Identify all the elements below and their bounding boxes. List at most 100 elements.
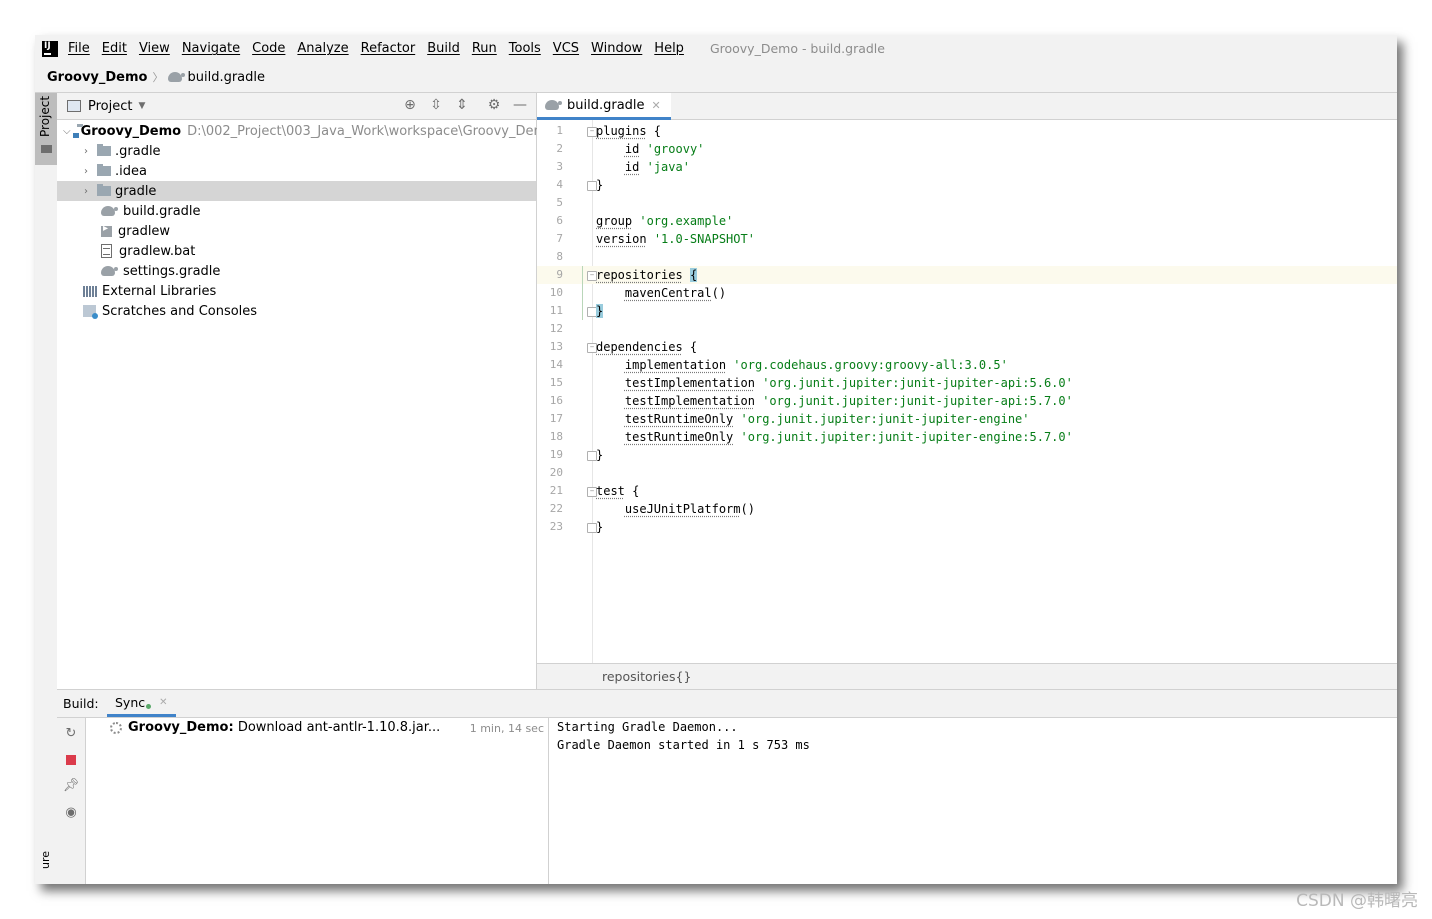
- code-line[interactable]: 1− plugins {: [537, 122, 1397, 140]
- code-line[interactable]: 21− test {: [537, 482, 1397, 500]
- code-line[interactable]: 20: [537, 464, 1397, 482]
- root-name: Groovy_Demo: [80, 123, 182, 139]
- tree-item-dot-gradle[interactable]: › .gradle: [57, 141, 536, 161]
- tree-item-gradle[interactable]: › gradle: [57, 181, 536, 201]
- menu-tools[interactable]: Tools: [509, 41, 541, 56]
- code-line[interactable]: 7 version '1.0-SNAPSHOT': [537, 230, 1397, 248]
- tree-item-gradlew[interactable]: gradlew: [57, 221, 536, 241]
- text-file-icon: [101, 244, 112, 258]
- chevron-right-icon[interactable]: ›: [81, 146, 91, 157]
- editor-tab-build-gradle[interactable]: build.gradle ✕: [537, 93, 671, 120]
- line-number: 1: [556, 124, 563, 137]
- code-text: version '1.0-SNAPSHOT': [596, 232, 755, 246]
- menu-code[interactable]: Code: [252, 41, 285, 56]
- code-line[interactable]: 18 testRuntimeOnly 'org.junit.jupiter:ju…: [537, 428, 1397, 446]
- code-text: id 'java': [624, 160, 690, 174]
- code-line[interactable]: 19}: [537, 446, 1397, 464]
- expand-all-icon[interactable]: ⇳: [428, 97, 444, 113]
- tree-item-label: .idea: [115, 163, 147, 179]
- code-line[interactable]: 5: [537, 194, 1397, 212]
- tree-item-label: settings.gradle: [123, 263, 221, 279]
- minimize-icon[interactable]: —: [512, 97, 528, 113]
- menu-file[interactable]: File: [68, 41, 90, 56]
- menu-analyze[interactable]: Analyze: [297, 41, 348, 56]
- menu-navigate[interactable]: Navigate: [182, 41, 240, 56]
- line-number: 3: [556, 160, 563, 173]
- code-line[interactable]: 4}: [537, 176, 1397, 194]
- menu-vcs[interactable]: VCS: [553, 41, 579, 56]
- code-line[interactable]: 22 useJUnitPlatform(): [537, 500, 1397, 518]
- code-line[interactable]: 12: [537, 320, 1397, 338]
- code-text: useJUnitPlatform(): [624, 502, 755, 516]
- tree-root[interactable]: ⌵ Groovy_Demo D:\002_Project\003_Java_Wo…: [57, 121, 554, 141]
- gradle-elephant-icon: [101, 206, 118, 216]
- tree-item-gradlew-bat[interactable]: gradlew.bat: [57, 241, 536, 261]
- close-icon[interactable]: ✕: [159, 697, 167, 708]
- chevron-right-icon[interactable]: ›: [81, 166, 91, 177]
- collapse-all-icon[interactable]: ⇕: [454, 97, 470, 113]
- code-line[interactable]: 14 implementation 'org.codehaus.groovy:g…: [537, 356, 1397, 374]
- pin-icon[interactable]: 📌︎: [63, 778, 80, 793]
- chevron-down-icon[interactable]: ▼: [138, 101, 145, 111]
- tree-item-scratches[interactable]: Scratches and Consoles: [57, 301, 536, 321]
- code-line[interactable]: 3 id 'java': [537, 158, 1397, 176]
- build-console[interactable]: Starting Gradle Daemon... Gradle Daemon …: [549, 718, 1397, 884]
- editor-breadcrumb[interactable]: repositories{}: [602, 669, 691, 684]
- menu-window[interactable]: Window: [591, 41, 642, 56]
- chevron-down-icon[interactable]: ⌵: [63, 126, 71, 137]
- breadcrumb-separator-icon: 〉: [152, 71, 164, 84]
- intellij-logo-icon: [42, 40, 58, 57]
- navigation-bar: Groovy_Demo 〉 build.gradle: [35, 62, 1397, 93]
- refresh-icon[interactable]: ↻: [64, 726, 78, 741]
- menu-view[interactable]: View: [139, 41, 170, 56]
- menu-refactor[interactable]: Refactor: [361, 41, 416, 56]
- code-line[interactable]: 10 mavenCentral(): [537, 284, 1397, 302]
- tree-item-build-gradle[interactable]: build.gradle: [57, 201, 536, 221]
- structure-tool-tab[interactable]: ure: [39, 851, 52, 869]
- code-line[interactable]: 16 testImplementation 'org.junit.jupiter…: [537, 392, 1397, 410]
- code-line[interactable]: 6 group 'org.example': [537, 212, 1397, 230]
- menu-edit[interactable]: Edit: [102, 41, 127, 56]
- code-line[interactable]: 13− dependencies {: [537, 338, 1397, 356]
- tree-item-settings-gradle[interactable]: settings.gradle: [57, 261, 536, 281]
- code-line[interactable]: 23}: [537, 518, 1397, 536]
- code-line[interactable]: 15 testImplementation 'org.junit.jupiter…: [537, 374, 1397, 392]
- editor-breadcrumb-bar: repositories{}: [537, 663, 1397, 689]
- code-line[interactable]: 17 testRuntimeOnly 'org.junit.jupiter:ju…: [537, 410, 1397, 428]
- watermark: CSDN @韩曙亮: [1296, 891, 1418, 911]
- line-number: 7: [556, 232, 563, 245]
- terminal-file-icon: [101, 223, 112, 237]
- breadcrumb-project[interactable]: Groovy_Demo: [47, 70, 147, 85]
- menu-run[interactable]: Run: [472, 41, 497, 56]
- code-line[interactable]: 8: [537, 248, 1397, 266]
- line-number: 6: [556, 214, 563, 227]
- tree-item-external-libraries[interactable]: External Libraries: [57, 281, 536, 301]
- breadcrumb-file[interactable]: build.gradle: [187, 70, 265, 85]
- crosshair-icon[interactable]: ⊕: [402, 97, 418, 113]
- gradle-elephant-icon: [168, 72, 186, 82]
- code-text: test {: [596, 484, 640, 498]
- close-icon[interactable]: ✕: [652, 99, 661, 112]
- eye-icon[interactable]: ◉: [64, 805, 78, 820]
- project-view-selector[interactable]: Project: [88, 99, 132, 114]
- code-line[interactable]: 11}: [537, 302, 1397, 320]
- line-number: 19: [549, 448, 563, 461]
- menu-build[interactable]: Build: [427, 41, 460, 56]
- code-area[interactable]: 1− plugins {2 id 'groovy' 3 id 'java' 4} 5 6 g…: [537, 120, 1397, 663]
- project-tool-tab[interactable]: Project: [35, 93, 57, 165]
- stop-icon[interactable]: [66, 755, 76, 765]
- sync-tab[interactable]: Sync ✕: [107, 690, 176, 717]
- tree-item-idea[interactable]: › .idea: [57, 161, 536, 181]
- line-number: 10: [549, 286, 563, 299]
- code-line[interactable]: 9− repositories {: [537, 266, 1397, 284]
- gear-icon[interactable]: ⚙: [486, 97, 502, 113]
- code-text: testRuntimeOnly 'org.junit.jupiter:junit…: [624, 430, 1073, 444]
- line-number: 14: [549, 358, 563, 371]
- menu-help[interactable]: Help: [654, 41, 684, 56]
- sync-tab-label: Sync: [115, 694, 146, 710]
- chevron-right-icon[interactable]: ›: [81, 186, 91, 197]
- menu-bar: File Edit View Navigate Code Analyze Ref…: [35, 35, 1397, 62]
- sync-task-row[interactable]: Groovy_Demo: Download ant-antlr-1.10.8.j…: [110, 720, 440, 735]
- code-text: id 'groovy': [624, 142, 705, 156]
- code-line[interactable]: 2 id 'groovy': [537, 140, 1397, 158]
